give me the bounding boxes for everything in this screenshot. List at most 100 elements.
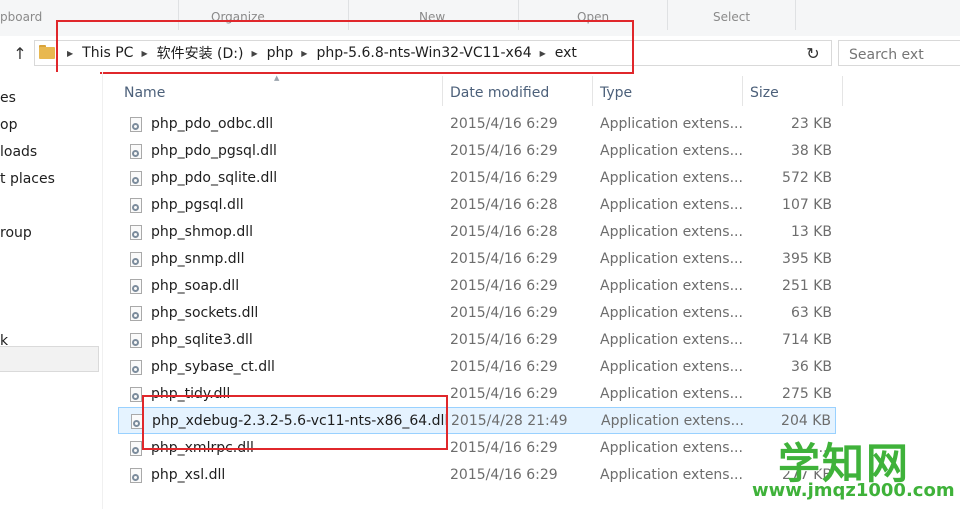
nav-selected-item[interactable] <box>0 346 99 372</box>
file-type: Application extens... <box>600 440 743 456</box>
file-date: 2015/4/16 6:29 <box>450 332 558 348</box>
ribbon-separator <box>518 0 519 30</box>
file-name: php_pdo_sqlite.dll <box>151 170 278 186</box>
table-row-selected[interactable]: php_xdebug-2.3.2-5.6-vc11-nts-x86_64.dll… <box>118 407 836 434</box>
column-divider[interactable] <box>592 76 593 106</box>
dll-file-icon <box>130 171 142 186</box>
file-size: 275 KB <box>782 386 832 402</box>
file-date: 2015/4/16 6:28 <box>450 197 558 213</box>
file-size: 572 KB <box>782 170 832 186</box>
nav-item[interactable]: t places <box>0 171 55 187</box>
table-row[interactable]: php_pdo_pgsql.dll 2015/4/16 6:29 Applica… <box>118 138 836 165</box>
breadcrumb-ext[interactable]: ext <box>555 45 577 61</box>
file-name: php_pgsql.dll <box>151 197 244 213</box>
dll-file-icon <box>130 198 142 213</box>
ribbon-separator <box>667 0 668 30</box>
ribbon-separator <box>348 0 349 30</box>
file-name: php_xmlrpc.dll <box>151 440 254 456</box>
file-type: Application extens... <box>600 143 743 159</box>
dll-file-icon <box>130 360 142 375</box>
column-divider[interactable] <box>842 76 843 106</box>
nav-item[interactable]: roup <box>0 225 32 241</box>
file-type: Application extens... <box>601 413 744 429</box>
dll-file-icon <box>130 279 142 294</box>
table-row[interactable]: php_xsl.dll 2015/4/16 6:29 Application e… <box>118 462 836 489</box>
file-date: 2015/4/16 6:28 <box>450 224 558 240</box>
column-divider[interactable] <box>442 76 443 106</box>
table-row[interactable]: php_sybase_ct.dll 2015/4/16 6:29 Applica… <box>118 354 836 381</box>
dll-file-icon <box>130 306 142 321</box>
ribbon-group-select: Select <box>713 10 751 24</box>
ribbon-group-organize: Organize <box>211 10 265 24</box>
refresh-icon[interactable]: ↻ <box>800 44 826 64</box>
column-header-size[interactable]: Size <box>750 80 779 106</box>
file-type: Application extens... <box>600 170 743 186</box>
nav-item[interactable]: loads <box>0 144 37 160</box>
breadcrumb-php[interactable]: php <box>267 45 294 61</box>
table-row[interactable]: php_pdo_sqlite.dll 2015/4/16 6:29 Applic… <box>118 165 836 192</box>
table-row[interactable]: php_xmlrpc.dll 2015/4/16 6:29 Applicatio… <box>118 435 836 462</box>
file-type: Application extens... <box>600 278 743 294</box>
column-header-name[interactable]: Name <box>124 80 165 106</box>
breadcrumb-drive-d[interactable]: 软件安装 (D:) <box>157 43 244 63</box>
file-name: php_tidy.dll <box>151 386 231 402</box>
nav-item[interactable]: op <box>0 117 17 133</box>
search-input[interactable] <box>838 40 960 66</box>
nav-item[interactable]: k <box>0 333 8 349</box>
up-arrow-icon[interactable]: ↑ <box>8 44 32 64</box>
column-header-type[interactable]: Type <box>600 80 632 106</box>
file-type: Application extens... <box>600 332 743 348</box>
file-name: php_soap.dll <box>151 278 240 294</box>
file-name: php_sqlite3.dll <box>151 332 253 348</box>
dll-file-icon <box>130 117 142 132</box>
chevron-right-icon[interactable]: ▶ <box>141 49 147 58</box>
table-row[interactable]: php_shmop.dll 2015/4/16 6:28 Application… <box>118 219 836 246</box>
chevron-right-icon[interactable]: ▶ <box>301 49 307 58</box>
table-row[interactable]: php_snmp.dll 2015/4/16 6:29 Application … <box>118 246 836 273</box>
table-row[interactable]: php_sockets.dll 2015/4/16 6:29 Applicati… <box>118 300 836 327</box>
chevron-right-icon[interactable]: ▶ <box>540 49 546 58</box>
file-type: Application extens... <box>600 197 743 213</box>
column-header-date[interactable]: Date modified <box>450 80 549 106</box>
file-name: php_pdo_odbc.dll <box>151 116 274 132</box>
file-date: 2015/4/16 6:29 <box>450 170 558 186</box>
table-row[interactable]: php_tidy.dll 2015/4/16 6:29 Application … <box>118 381 836 408</box>
file-size: 36 KB <box>790 359 832 375</box>
ribbon-separator <box>178 0 179 30</box>
file-type: Application extens... <box>600 386 743 402</box>
file-name: php_shmop.dll <box>151 224 254 240</box>
ribbon-group-open: Open <box>577 10 610 24</box>
chevron-right-icon[interactable]: ▶ <box>67 49 73 58</box>
dll-file-icon <box>130 252 142 267</box>
file-name: php_sybase_ct.dll <box>151 359 275 375</box>
file-name: php_xdebug-2.3.2-5.6-vc11-nts-x86_64.dll <box>152 413 449 429</box>
file-date: 2015/4/16 6:29 <box>450 467 558 483</box>
table-row[interactable]: php_soap.dll 2015/4/16 6:29 Application … <box>118 273 836 300</box>
pane-splitter[interactable] <box>102 72 103 509</box>
file-date: 2015/4/16 6:29 <box>450 278 558 294</box>
file-name: php_pdo_pgsql.dll <box>151 143 277 159</box>
file-size: 107 KB <box>782 197 832 213</box>
file-type: Application extens... <box>600 224 743 240</box>
chevron-right-icon[interactable]: ▶ <box>251 49 257 58</box>
watermark: 学知网 www.jmqz1000.com <box>750 430 955 505</box>
table-row[interactable]: php_pdo_odbc.dll 2015/4/16 6:29 Applicat… <box>118 111 836 138</box>
ribbon-separator <box>795 0 796 30</box>
dll-file-icon <box>130 441 142 456</box>
file-type: Application extens... <box>600 251 743 267</box>
address-bar[interactable]: ▶ This PC ▶ 软件安装 (D:) ▶ php ▶ php-5.6.8-… <box>34 40 832 66</box>
breadcrumb-this-pc[interactable]: This PC <box>82 45 133 61</box>
file-name: php_snmp.dll <box>151 251 245 267</box>
breadcrumb-php-version[interactable]: php-5.6.8-nts-Win32-VC11-x64 <box>316 45 531 61</box>
table-row[interactable]: php_pgsql.dll 2015/4/16 6:28 Application… <box>118 192 836 219</box>
file-name: php_sockets.dll <box>151 305 259 321</box>
dll-file-icon <box>130 225 142 240</box>
column-divider[interactable] <box>742 76 743 106</box>
file-date: 2015/4/16 6:29 <box>450 251 558 267</box>
nav-item[interactable]: es <box>0 90 16 106</box>
sort-arrow-icon: ▲ <box>274 74 280 82</box>
watermark-url: www.jmqz1000.com <box>752 480 955 501</box>
table-row[interactable]: php_sqlite3.dll 2015/4/16 6:29 Applicati… <box>118 327 836 354</box>
file-type: Application extens... <box>600 359 743 375</box>
dll-file-icon <box>131 414 143 429</box>
